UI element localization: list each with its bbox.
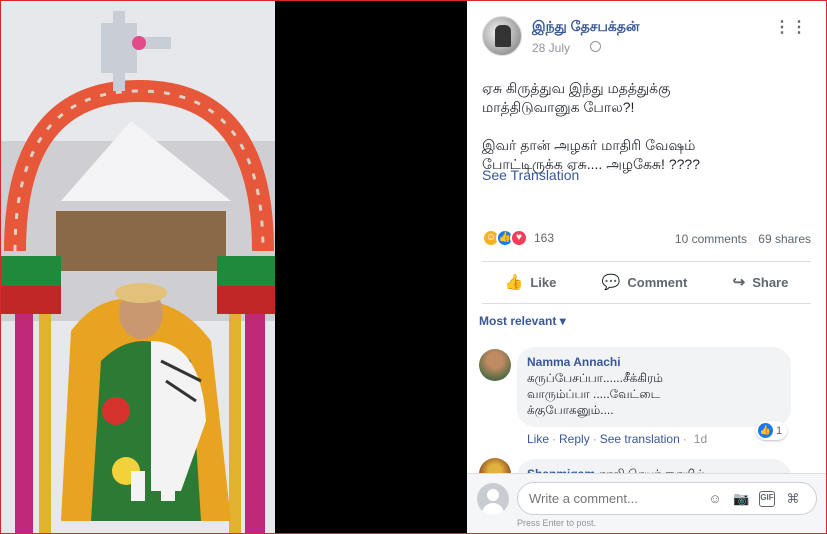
photo-image (1, 1, 275, 533)
divider (482, 303, 811, 304)
comment-like-count: 1 (776, 424, 783, 437)
like-reaction-icon: 👍 (758, 423, 773, 438)
comment-filter-dropdown[interactable]: Most relevant ▾ (479, 314, 566, 328)
speech-bubble-icon: 💬 (601, 274, 621, 291)
post-panel: இந்து தேசபக்தன் 28 July ⋮⋮ ஏசு கிருத்துவ… (467, 1, 826, 533)
composer-hint: Press Enter to post. (517, 518, 597, 528)
post-photo[interactable] (1, 1, 275, 533)
emoji-icon[interactable]: ☺ (707, 491, 723, 507)
user-avatar[interactable] (477, 483, 509, 515)
caret-down-icon: ▾ (559, 314, 566, 328)
like-button[interactable]: 👍 Like (505, 273, 557, 291)
comment-text: கருப்பேசப்பா......சீக்கிரம் வாரும்ப்பா .… (527, 371, 663, 417)
share-arrow-icon: ↪ (732, 274, 746, 291)
comment-reaction-badge[interactable]: 👍 1 (756, 421, 788, 440)
page-avatar[interactable] (482, 16, 522, 56)
commenter-avatar[interactable] (479, 349, 511, 381)
love-reaction-icon: ♥ (510, 229, 528, 247)
comment-reply-link[interactable]: Reply (559, 432, 590, 446)
comment-see-translation-link[interactable]: See translation (600, 432, 680, 446)
camera-icon[interactable]: 📷 (733, 491, 749, 507)
like-label: Like (530, 274, 557, 290)
comment-bubble: Namma Annachi கருப்பேசப்பா......சீக்கிரம… (517, 347, 791, 427)
sticker-icon[interactable]: ⌘ (785, 491, 801, 507)
reaction-count: 163 (534, 231, 555, 245)
shares-count-link[interactable]: 69 shares (758, 232, 811, 246)
more-dots-icon[interactable]: ⋮⋮ (774, 17, 808, 37)
comment-button[interactable]: 💬 Comment (602, 273, 688, 291)
comment-time[interactable]: 1d (694, 432, 707, 446)
comment-like-link[interactable]: Like (527, 432, 549, 446)
post-actions: 👍 Like 💬 Comment ↪ Share (482, 265, 811, 299)
post-date[interactable]: 28 July (532, 41, 570, 55)
globe-icon (590, 41, 601, 52)
divider (482, 261, 811, 262)
comment-meta: Like · Reply · See translation · 1d (527, 432, 708, 446)
comments-count-link[interactable]: 10 comments (675, 232, 747, 246)
post-text-line: இவர் தான் அழகர் மாதிரி வேஷம் (482, 137, 696, 153)
post-text-line: ஏசு கிருத்துவ இந்து மதத்துக்கு (482, 80, 671, 96)
commenter-name[interactable]: Namma Annachi (527, 355, 781, 369)
gif-icon[interactable]: GIF (759, 491, 775, 507)
share-label: Share (752, 274, 789, 290)
photo-background (275, 1, 467, 533)
share-button[interactable]: ↪ Share (733, 273, 789, 291)
comment-filter-label: Most relevant (479, 314, 557, 328)
comment-label: Comment (627, 274, 688, 290)
comment-composer: ☺ 📷 GIF ⌘ Press Enter to post. (467, 473, 826, 533)
page-name-link[interactable]: இந்து தேசபக்தன் (532, 18, 640, 37)
see-translation-link[interactable]: See Translation (482, 167, 579, 183)
composer-icons: ☺ 📷 GIF ⌘ (707, 491, 801, 507)
post-text-line: மாத்திடுவானுக போல?! (482, 99, 635, 115)
thumbs-up-icon: 👍 (504, 274, 524, 291)
engagement-counts: 10 comments 69 shares (667, 232, 811, 246)
